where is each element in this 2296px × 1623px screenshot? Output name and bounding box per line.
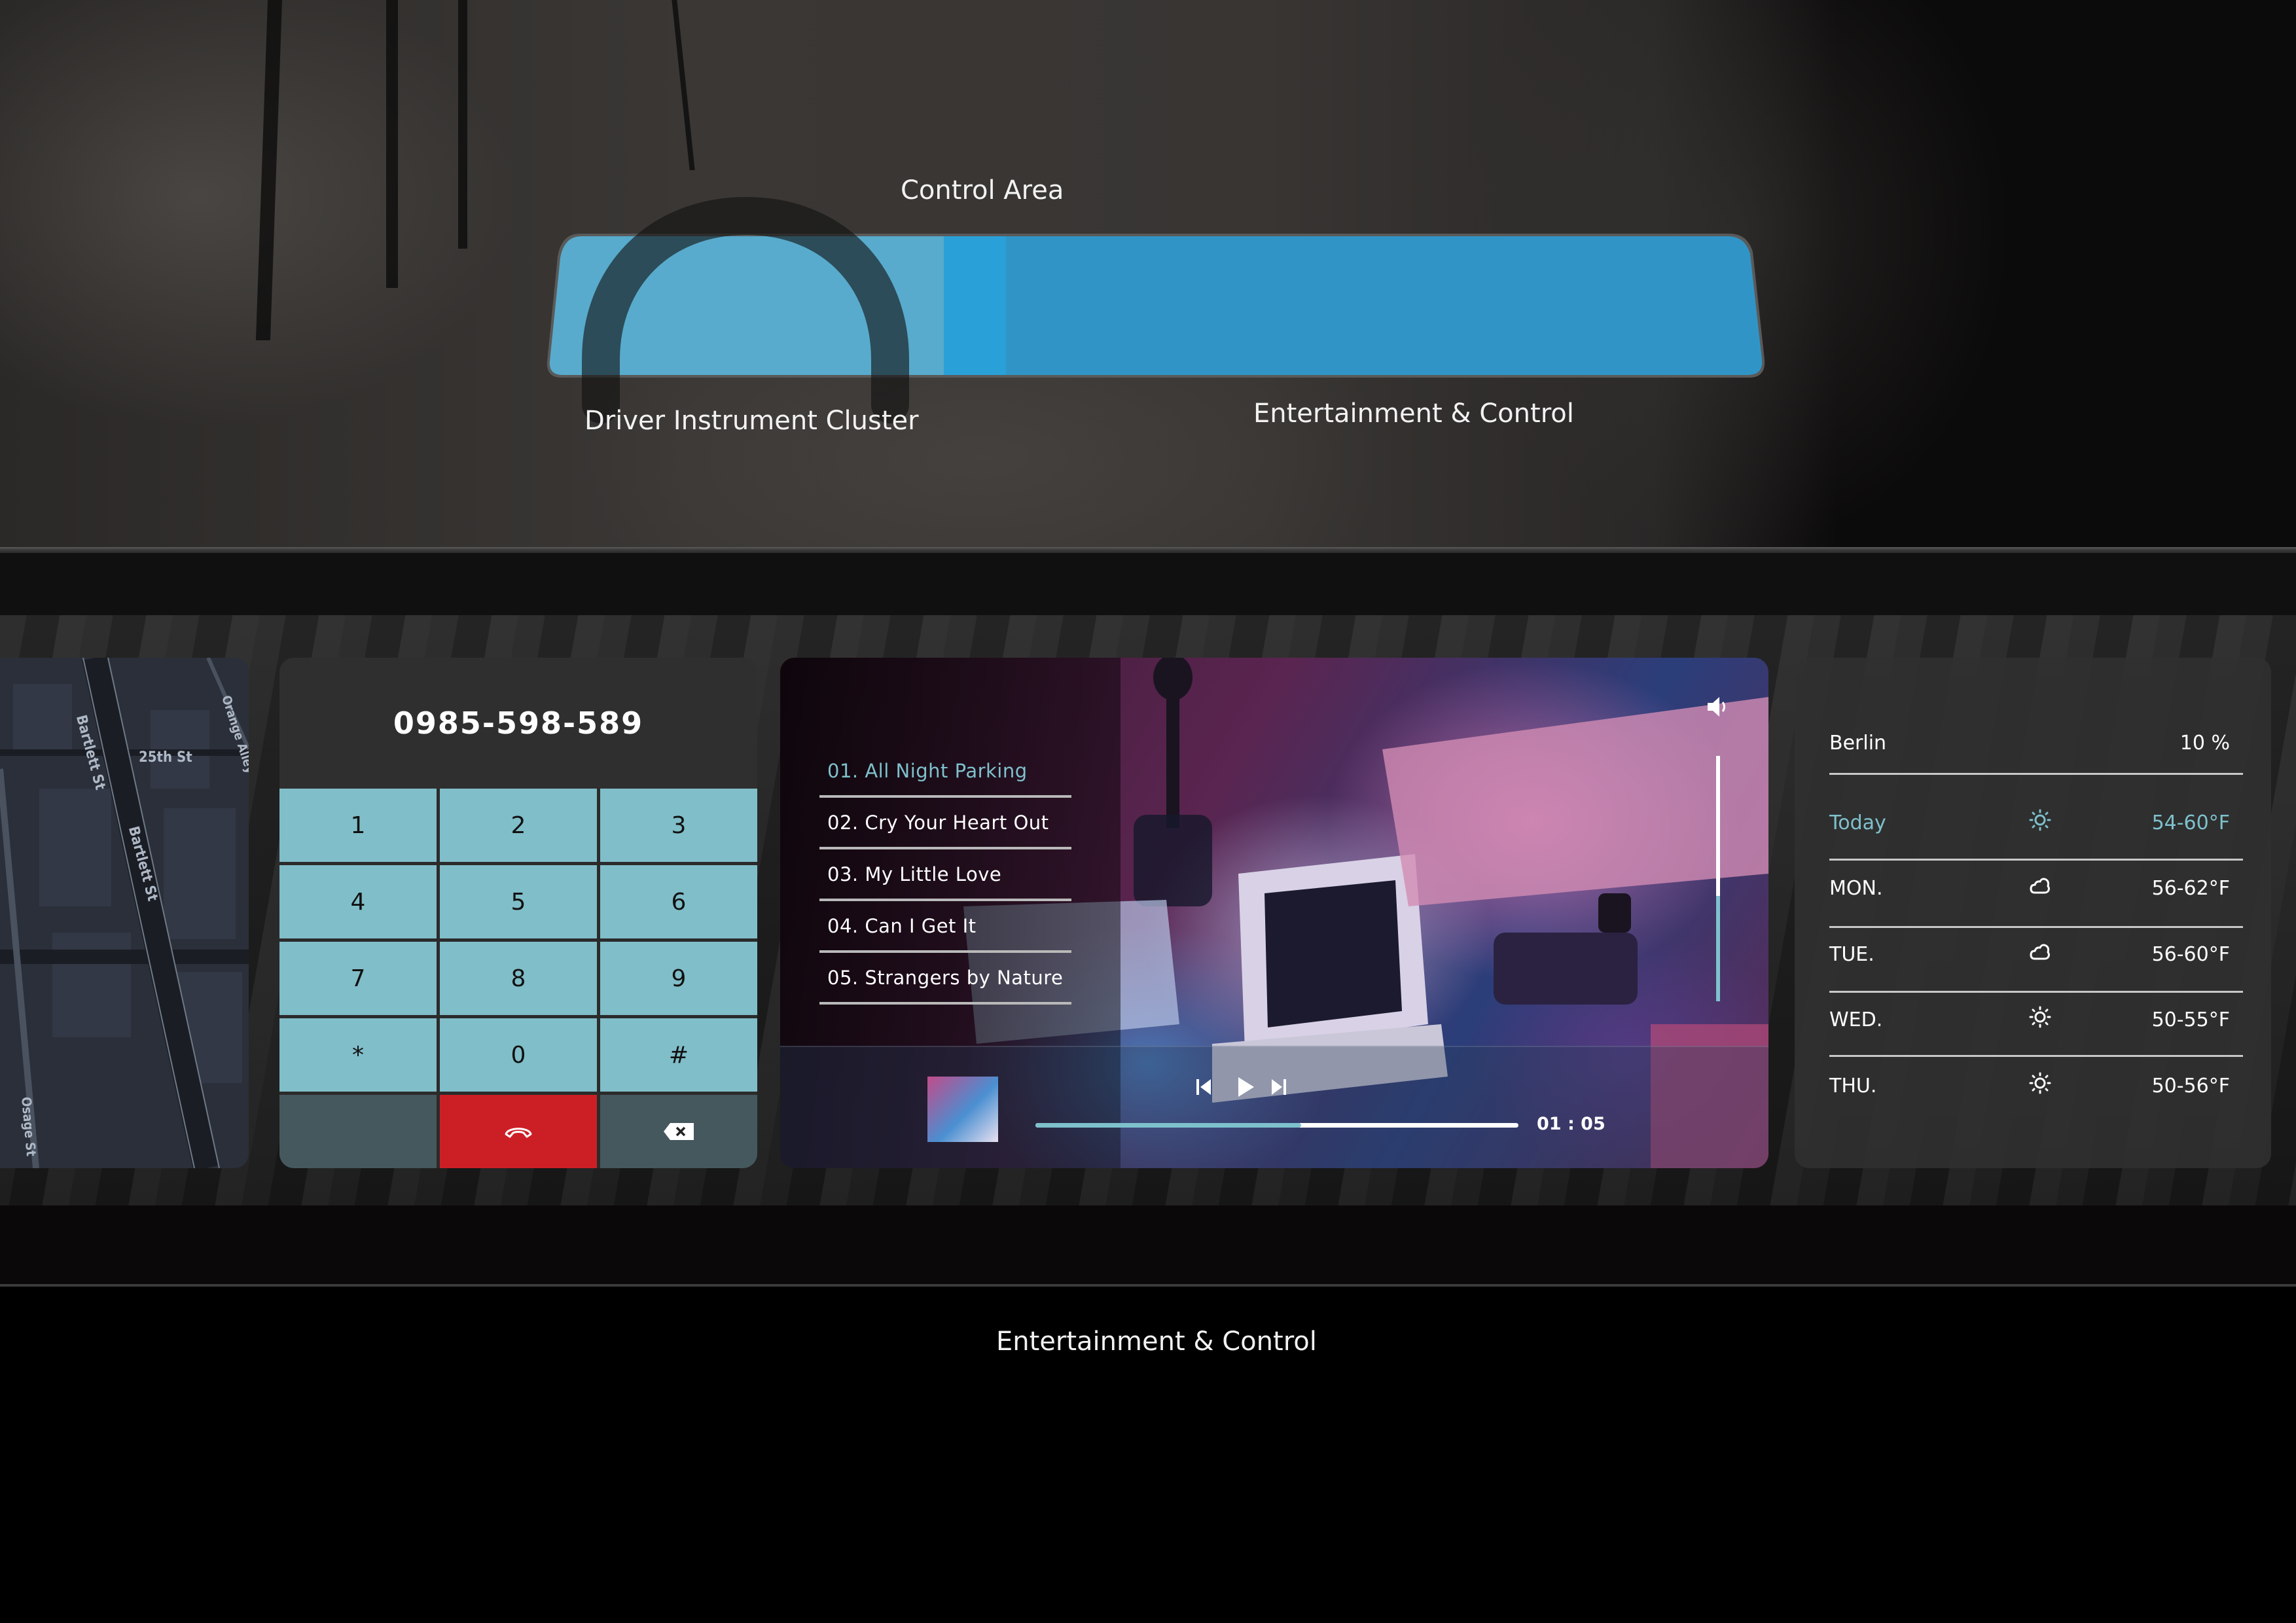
dashboard-bezel — [0, 1205, 2296, 1284]
key-2[interactable]: 2 — [440, 789, 597, 862]
divider — [1829, 859, 2243, 861]
speaker-icon[interactable] — [1705, 694, 1731, 720]
phone-dialer: 0985-598-589 1 2 3 4 5 6 7 8 9 * 0 # — [279, 658, 757, 1168]
map-roads — [0, 658, 249, 1168]
street-label: 25th St — [139, 749, 192, 766]
divider — [1829, 773, 2243, 775]
key-0[interactable]: 0 — [440, 1018, 597, 1092]
playlist: 01. All Night Parking 02. Cry Your Heart… — [819, 746, 1071, 1005]
forecast-row[interactable]: WED. 50-55°F — [1829, 1000, 2243, 1039]
play-icon[interactable] — [1232, 1074, 1258, 1100]
playlist-item[interactable]: 01. All Night Parking — [819, 746, 1071, 798]
key-9[interactable]: 9 — [600, 942, 757, 1015]
skip-next-icon[interactable] — [1266, 1075, 1290, 1099]
playlist-item[interactable]: 04. Can I Get It — [819, 901, 1071, 953]
playlist-item[interactable]: 05. Strangers by Nature — [819, 953, 1071, 1005]
forecast-day: TUE. — [1829, 942, 1874, 966]
forecast-row[interactable]: Today 54-60°F — [1829, 803, 2243, 842]
playlist-item[interactable]: 03. My Little Love — [819, 849, 1071, 901]
album-thumbnail — [927, 1077, 998, 1142]
key-3[interactable]: 3 — [600, 789, 757, 862]
forecast-day: MON. — [1829, 876, 1883, 900]
forecast-day: WED. — [1829, 1008, 1883, 1031]
divider-strip — [944, 236, 1006, 375]
control-area-label: Control Area — [901, 175, 1064, 205]
forecast-row[interactable]: TUE. 56-60°F — [1829, 935, 2243, 974]
forecast-temp: 50-55°F — [2151, 1008, 2230, 1031]
utility-pole — [255, 0, 283, 340]
divider — [1829, 1055, 2243, 1057]
elapsed-time: 01 : 05 — [1537, 1114, 1605, 1134]
backspace-icon — [664, 1123, 694, 1140]
dashboard-bezel — [0, 553, 2296, 615]
forecast-row[interactable]: MON. 56-62°F — [1829, 868, 2243, 908]
forecast-day: THU. — [1829, 1074, 1877, 1097]
key-star[interactable]: * — [279, 1018, 437, 1092]
key-7[interactable]: 7 — [279, 942, 437, 1015]
entertainment-zone-label: Entertainment & Control — [1253, 399, 1574, 429]
key-8[interactable]: 8 — [440, 942, 597, 1015]
divider — [1829, 926, 2243, 928]
key-4[interactable]: 4 — [279, 865, 437, 938]
dialed-number: 0985-598-589 — [393, 705, 644, 741]
weather-widget: Berlin 10 % Today 54-60°F MON. 56-62°F T… — [1795, 658, 2271, 1168]
section-caption: Entertainment & Control — [996, 1327, 1317, 1357]
key-5[interactable]: 5 — [440, 865, 597, 938]
sun-icon — [2020, 1006, 2060, 1033]
keypad: 1 2 3 4 5 6 7 8 9 * 0 # — [279, 789, 757, 1168]
navigation-map[interactable]: Bartlett St 25th St Bartlett St Orange A… — [0, 658, 249, 1168]
empty-key — [279, 1095, 437, 1168]
delete-button[interactable] — [600, 1095, 757, 1168]
end-call-button[interactable] — [440, 1095, 597, 1168]
divider — [0, 1284, 2296, 1287]
partly-cloudy-icon — [2020, 940, 2060, 968]
driver-cluster-label: Driver Instrument Cluster — [584, 406, 919, 436]
volume-slider[interactable] — [1716, 756, 1720, 1001]
sun-icon — [2020, 1072, 2060, 1099]
forecast-row[interactable]: THU. 50-56°F — [1829, 1066, 2243, 1105]
forecast-temp: 54-60°F — [2151, 811, 2230, 834]
key-6[interactable]: 6 — [600, 865, 757, 938]
playback-progress[interactable] — [1035, 1123, 1518, 1128]
skip-previous-icon[interactable] — [1193, 1075, 1216, 1099]
precipitation-value: 10 % — [2179, 731, 2230, 755]
divider — [1829, 991, 2243, 993]
forecast-temp: 50-56°F — [2151, 1074, 2230, 1097]
utility-pole — [672, 0, 695, 170]
forecast-temp: 56-62°F — [2151, 876, 2230, 900]
utility-pole — [458, 0, 467, 249]
progress-fill — [1035, 1123, 1301, 1128]
volume-level — [1716, 895, 1720, 1001]
key-hash[interactable]: # — [600, 1018, 757, 1092]
playlist-item[interactable]: 02. Cry Your Heart Out — [819, 798, 1071, 849]
partly-cloudy-icon — [2020, 874, 2060, 902]
weather-header: Berlin 10 % — [1829, 723, 2243, 762]
key-1[interactable]: 1 — [279, 789, 437, 862]
forecast-temp: 56-60°F — [2151, 942, 2230, 966]
media-player: 01. All Night Parking 02. Cry Your Heart… — [780, 658, 1768, 1168]
phone-hangup-icon — [505, 1128, 532, 1138]
control-zone — [1006, 236, 1763, 375]
divider — [0, 547, 2296, 553]
city-name: Berlin — [1829, 731, 1887, 755]
sun-icon — [2020, 809, 2060, 836]
utility-pole — [386, 0, 398, 288]
forecast-day: Today — [1829, 811, 1886, 834]
